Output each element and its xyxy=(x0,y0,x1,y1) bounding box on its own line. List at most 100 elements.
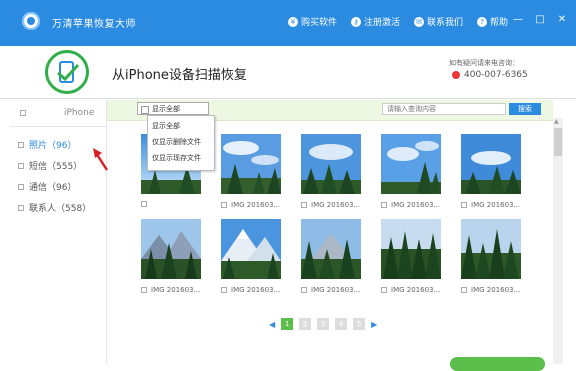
photo-filename: IMG 201603... xyxy=(391,201,441,209)
photo-checkbox[interactable] xyxy=(381,202,387,208)
search-input[interactable] xyxy=(382,103,506,115)
photo-checkbox[interactable] xyxy=(221,202,227,208)
photo-checkbox[interactable] xyxy=(461,202,467,208)
photo-checkbox[interactable] xyxy=(301,202,307,208)
photo-thumbnail[interactable] xyxy=(461,134,521,194)
filter-option-all[interactable]: 显示全部 xyxy=(152,121,180,131)
mail-icon: ✉ xyxy=(414,16,425,27)
register-label: 注册激活 xyxy=(364,18,401,28)
main-panel: 显示全部 搜索 显示全部 仅显示删除文件 仅显示现存文件 IMG 201603.… xyxy=(107,100,555,364)
purchase-icon: ¥ xyxy=(288,16,298,27)
photo-caption: IMG 201603... xyxy=(381,201,440,209)
maximize-icon[interactable]: □ xyxy=(534,14,546,26)
phone-number: 400-007-6365 xyxy=(464,70,528,80)
sidebar-item-label: 通信（96） xyxy=(29,183,77,193)
buy-software-label: 购买软件 xyxy=(301,18,338,28)
page-button[interactable]: 5 xyxy=(353,318,366,330)
close-icon[interactable]: ✕ xyxy=(556,14,568,26)
photo-filename: IMG 201603... xyxy=(311,201,361,209)
photo-caption: IMG 201603... xyxy=(461,286,520,294)
minimize-icon[interactable]: — xyxy=(512,14,524,26)
photo-checkbox[interactable] xyxy=(141,287,147,293)
title-bar: 万清苹果恢复大师 ¥ 购买软件 ⚷ 注册激活 ✉ 联系我们 ? 帮助 — □ ✕ xyxy=(0,0,576,46)
app-title: 万清苹果恢复大师 xyxy=(52,19,136,30)
photo-filename: IMG 201603... xyxy=(231,286,281,294)
photo-filename: IMG 201603... xyxy=(471,201,521,209)
photo-checkbox[interactable] xyxy=(301,287,307,293)
photos-checkbox[interactable] xyxy=(18,141,24,148)
photo-filename: IMG 201603... xyxy=(311,286,361,294)
page-button[interactable]: 3 xyxy=(317,318,330,330)
photo-caption: IMG 201603... xyxy=(301,286,360,294)
title-links: ¥ 购买软件 ⚷ 注册激活 ✉ 联系我们 ? 帮助 xyxy=(288,15,508,28)
pagination: ◀ 1 2 3 4 5 ▶ xyxy=(269,318,377,330)
window-controls: — □ ✕ xyxy=(512,14,568,26)
recover-button[interactable] xyxy=(450,357,545,371)
sidebar-item-label: 短信（555） xyxy=(29,162,83,172)
photo-filename: IMG 201603... xyxy=(391,286,441,294)
contacts-checkbox[interactable] xyxy=(18,204,24,211)
page-button[interactable]: 2 xyxy=(299,318,312,330)
contact-label: 如有疑问请来电咨询： xyxy=(449,59,519,67)
photo-caption xyxy=(141,201,151,207)
hotline: 400-007-6365 xyxy=(452,70,528,80)
search-button[interactable]: 搜索 xyxy=(509,103,541,115)
sidebar-item-label: 照片（96） xyxy=(29,141,77,151)
app-logo-icon xyxy=(22,12,40,30)
next-page-icon[interactable]: ▶ xyxy=(371,320,377,329)
phone-icon xyxy=(452,71,460,79)
filter-dropdown: 显示全部 仅显示删除文件 仅显示现存文件 xyxy=(147,115,215,171)
photo-thumbnail[interactable] xyxy=(141,219,201,279)
vertical-scrollbar[interactable]: ▲ xyxy=(553,118,563,364)
photo-thumbnail[interactable] xyxy=(301,219,361,279)
prev-page-icon[interactable]: ◀ xyxy=(269,320,275,329)
select-all-checkbox[interactable] xyxy=(20,110,26,116)
device-name: iPhone xyxy=(64,108,95,118)
photo-thumbnail[interactable] xyxy=(221,219,281,279)
sidebar-item-photos[interactable]: 照片（96） xyxy=(18,138,76,151)
sidebar-item-calls[interactable]: 通信（96） xyxy=(18,180,76,193)
register-link[interactable]: ⚷ 注册激活 xyxy=(351,15,400,28)
photo-filename: IMG 201603... xyxy=(151,286,201,294)
photo-caption: IMG 201603... xyxy=(221,201,280,209)
photo-checkbox[interactable] xyxy=(141,201,147,207)
contact-us-link[interactable]: ✉ 联系我们 xyxy=(414,15,463,28)
help-label: 帮助 xyxy=(490,18,509,28)
photo-caption: IMG 201603... xyxy=(301,201,360,209)
filter-option-existing[interactable]: 仅显示现存文件 xyxy=(152,153,201,163)
photo-thumbnail[interactable] xyxy=(381,219,441,279)
sidebar-item-label: 联系人（558） xyxy=(29,204,92,214)
photo-checkbox[interactable] xyxy=(461,287,467,293)
scrollbar-thumb[interactable] xyxy=(554,128,562,156)
buy-software-link[interactable]: ¥ 购买软件 xyxy=(288,15,337,28)
photo-thumbnail[interactable] xyxy=(381,134,441,194)
sidebar-header: iPhone xyxy=(10,100,106,127)
key-icon: ⚷ xyxy=(351,16,362,27)
photo-thumbnail[interactable] xyxy=(461,219,521,279)
photo-caption: IMG 201603... xyxy=(381,286,440,294)
page-title: 从iPhone设备扫描恢复 xyxy=(112,68,247,83)
filter-select[interactable]: 显示全部 xyxy=(137,102,209,115)
photo-caption: IMG 201603... xyxy=(461,201,520,209)
page-button[interactable]: 4 xyxy=(335,318,348,330)
photo-thumbnail[interactable] xyxy=(301,134,361,194)
photo-checkbox[interactable] xyxy=(221,287,227,293)
photo-filename: IMG 201603... xyxy=(471,286,521,294)
device-check-icon xyxy=(45,50,89,94)
scroll-up-icon[interactable]: ▲ xyxy=(554,118,559,125)
filter-option-deleted[interactable]: 仅显示删除文件 xyxy=(152,137,201,147)
page-button[interactable]: 1 xyxy=(281,318,294,330)
sidebar-item-messages[interactable]: 短信（555） xyxy=(18,159,82,172)
help-link[interactable]: ? 帮助 xyxy=(477,15,508,28)
photo-checkbox[interactable] xyxy=(381,287,387,293)
contact-us-label: 联系我们 xyxy=(427,18,464,28)
sidebar: iPhone 照片（96） 短信（555） 通信（96） 联系人（558） xyxy=(10,100,107,364)
photo-caption: IMG 201603... xyxy=(141,286,200,294)
sidebar-item-contacts[interactable]: 联系人（558） xyxy=(18,201,91,214)
photo-thumbnail[interactable] xyxy=(221,134,281,194)
help-icon: ? xyxy=(477,16,488,27)
photo-filename: IMG 201603... xyxy=(231,201,281,209)
calls-checkbox[interactable] xyxy=(18,183,24,190)
messages-checkbox[interactable] xyxy=(18,162,24,169)
photo-caption: IMG 201603... xyxy=(221,286,280,294)
